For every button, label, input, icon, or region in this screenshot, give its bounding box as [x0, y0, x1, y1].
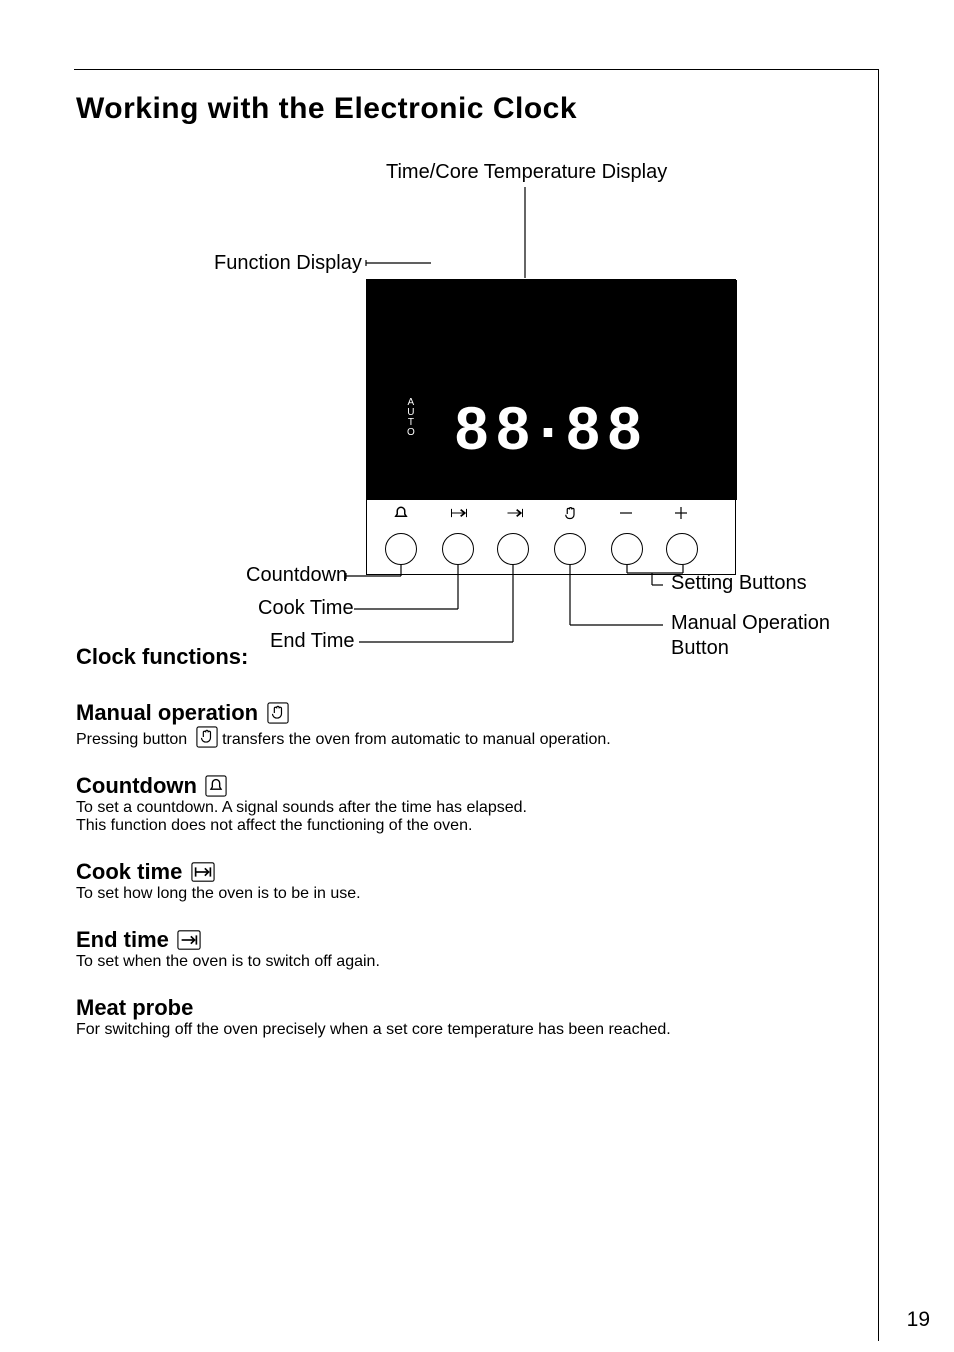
label-manual-operation-2: Button — [671, 637, 729, 660]
cook-time-icon — [191, 861, 215, 883]
cook-time-body: To set how long the oven is to be in use… — [76, 885, 361, 902]
label-time-core-display: Time/Core Temperature Display — [386, 161, 667, 184]
end-time-button[interactable] — [497, 533, 529, 565]
label-setting-buttons: Setting Buttons — [671, 572, 807, 595]
cook-time-title: Cook time — [76, 859, 182, 884]
cook-time-icon — [449, 505, 471, 527]
plus-button[interactable] — [666, 533, 698, 565]
page-number: 19 — [907, 1308, 930, 1332]
digit-display: 88.88 — [367, 382, 737, 463]
hand-icon — [562, 505, 584, 527]
page-title: Working with the Electronic Clock — [76, 92, 868, 126]
section-cook-time: Cook time To set how long the oven is to… — [76, 859, 868, 903]
label-function-display: Function Display — [214, 252, 362, 275]
hand-icon — [267, 702, 289, 724]
label-countdown: Countdown — [246, 564, 347, 587]
page-content: Working with the Electronic Clock Time/C… — [76, 92, 868, 1041]
meat-probe-body: For switching off the oven precisely whe… — [76, 1021, 671, 1038]
end-time-title: End time — [76, 927, 169, 952]
end-time-body: To set when the oven is to switch off ag… — [76, 953, 380, 970]
plus-icon — [673, 505, 695, 527]
minus-icon — [618, 505, 640, 527]
minus-button[interactable] — [611, 533, 643, 565]
end-time-icon — [177, 929, 201, 951]
clock-functions-heading: Clock functions: — [76, 644, 868, 670]
manual-operation-body-1: Pressing button — [76, 731, 192, 748]
countdown-button[interactable] — [385, 533, 417, 565]
bell-icon — [392, 505, 414, 527]
end-time-icon — [505, 505, 527, 527]
meat-probe-title: Meat probe — [76, 995, 193, 1020]
cook-time-button[interactable] — [442, 533, 474, 565]
manual-button[interactable] — [554, 533, 586, 565]
section-meat-probe: Meat probe For switching off the oven pr… — [76, 995, 868, 1039]
manual-operation-title: Manual operation — [76, 700, 258, 725]
countdown-title: Countdown — [76, 773, 197, 798]
button-row — [366, 533, 736, 573]
section-manual-operation: Manual operation Pressing button transfe… — [76, 700, 868, 749]
label-end-time: End Time — [270, 630, 354, 653]
section-end-time: End time To set when the oven is to swit… — [76, 927, 868, 971]
countdown-body: To set a countdown. A signal sounds afte… — [76, 799, 527, 834]
section-countdown: Countdown To set a countdown. A signal s… — [76, 773, 868, 835]
label-manual-operation-1: Manual Operation — [671, 612, 830, 635]
manual-operation-body-2: transfers the oven from automatic to man… — [222, 731, 611, 748]
lcd-screen: AUTO 88.88 — [367, 280, 737, 500]
clock-diagram: Time/Core Temperature Display Function D… — [76, 160, 856, 632]
control-panel-frame: AUTO 88.88 — [366, 279, 736, 575]
hand-icon — [196, 726, 218, 748]
label-cook-time: Cook Time — [258, 597, 354, 620]
bell-icon — [205, 775, 227, 797]
